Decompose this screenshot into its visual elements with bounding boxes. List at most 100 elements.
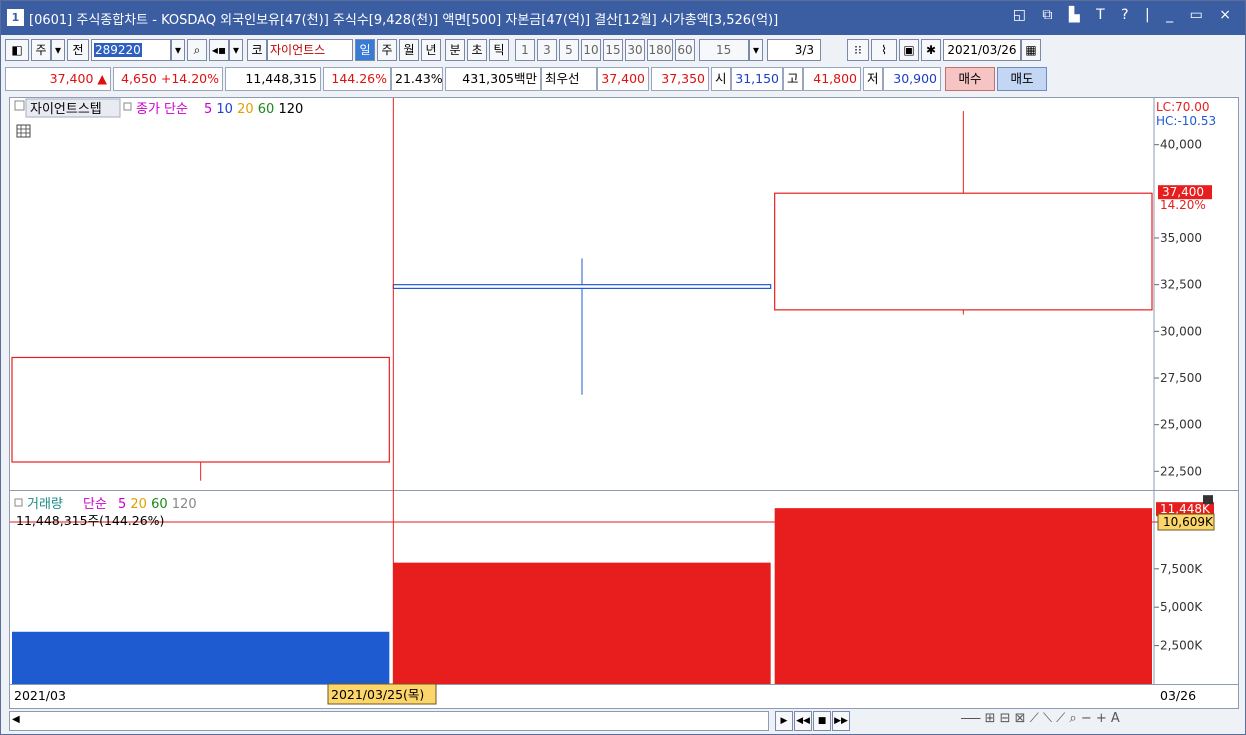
legend-volume-periods: 5 20 60 120 bbox=[118, 497, 197, 512]
interval-button[interactable]: 60 bbox=[675, 39, 695, 61]
legend-ma-period: 10 bbox=[212, 102, 233, 117]
price-tick-label: 35,000 bbox=[1160, 231, 1202, 245]
candle-body[interactable] bbox=[392, 284, 772, 290]
horizontal-scrollbar[interactable]: ◀ bbox=[9, 711, 769, 731]
chart-window: 1 [0601] 주식종합차트 - KOSDAQ 외국인보유[47(천)] 주식… bbox=[0, 0, 1246, 735]
interval-button[interactable]: 3 bbox=[537, 39, 557, 61]
search-icon[interactable]: ⌕ bbox=[187, 39, 207, 61]
period-tick-tab[interactable]: 틱 bbox=[489, 39, 509, 61]
open-label: 시 bbox=[711, 67, 731, 91]
x-axis-start-label: 2021/03 bbox=[14, 688, 66, 703]
drawing-tools[interactable]: ⎯⎯⎯ ⊞ ⊟ ⊠ ⟋ ⟍ ⟋ ⌕ − + A bbox=[961, 711, 1120, 726]
all-button[interactable]: 전 bbox=[67, 39, 89, 61]
volume-tick-label: 7,500K bbox=[1160, 562, 1203, 576]
best-bid: 37,350 bbox=[651, 67, 709, 91]
interval-button[interactable]: 15 bbox=[603, 39, 623, 61]
chart-area[interactable]: 22,500 25,000 27,500 30,000 32,500 35,000 40,0… bbox=[9, 97, 1239, 709]
chevron-down-icon[interactable]: ▾ bbox=[51, 39, 65, 61]
market-short-label[interactable]: 코 bbox=[247, 39, 267, 61]
chevron-down-icon[interactable]: ▾ bbox=[171, 39, 185, 61]
market-select[interactable]: 주 bbox=[31, 39, 51, 61]
layout-icon[interactable]: ◧ bbox=[5, 39, 29, 61]
open-price: 31,150 bbox=[731, 67, 783, 91]
current-price-tag-text: 37,400 bbox=[1162, 185, 1204, 199]
candle-body[interactable] bbox=[11, 356, 390, 463]
chevron-down-icon[interactable]: ▾ bbox=[749, 39, 763, 61]
stop-icon[interactable]: ■ bbox=[813, 711, 831, 731]
legend-square-icon bbox=[123, 102, 132, 111]
legend-ma-period: 120 bbox=[168, 497, 197, 512]
period-minute-tab[interactable]: 분 bbox=[445, 39, 465, 61]
period-second-tab[interactable]: 초 bbox=[467, 39, 487, 61]
stock-code-value: 289220 bbox=[94, 43, 142, 57]
compare-icon[interactable]: ⁝⁝ bbox=[847, 39, 869, 61]
legend-ma-period: 60 bbox=[147, 497, 168, 512]
volume-bar[interactable] bbox=[774, 508, 1152, 684]
save-icon[interactable]: ▣ bbox=[899, 39, 919, 61]
trend-icon[interactable]: ⌇ bbox=[871, 39, 897, 61]
count-select[interactable]: 15 bbox=[699, 39, 749, 61]
navigation-buttons: ▶ ◀◀ ■ ▶▶ bbox=[775, 711, 851, 731]
grid-toggle-icon[interactable] bbox=[16, 124, 31, 138]
window-number-badge[interactable]: 1 bbox=[7, 9, 24, 26]
right-axis-labels: LC:70.00 HC:-10.53 bbox=[1156, 100, 1216, 128]
legend-ma-period: 60 bbox=[254, 102, 275, 117]
buy-button[interactable]: 매수 bbox=[945, 67, 995, 91]
interval-button[interactable]: 30 bbox=[625, 39, 645, 61]
legend-ma-periods: 5 10 20 60 120 bbox=[204, 102, 303, 117]
stock-name-field[interactable]: 자이언트스 bbox=[267, 39, 353, 61]
chevron-down-icon[interactable]: ▾ bbox=[229, 39, 243, 61]
legend-ma-period: 20 bbox=[233, 102, 254, 117]
volume-readout: 11,448,315주(144.26%) bbox=[16, 513, 164, 528]
period-day-tab[interactable]: 일 bbox=[355, 39, 375, 61]
stock-code-input[interactable]: 289220 bbox=[91, 39, 171, 61]
trade-amount: 431,305백만 bbox=[445, 67, 541, 91]
crosshair-value-text: 10,609K bbox=[1163, 515, 1214, 529]
price-tick-label: 30,000 bbox=[1160, 324, 1202, 338]
rewind-icon[interactable]: ◀◀ bbox=[794, 711, 812, 731]
interval-button[interactable]: 1 bbox=[515, 39, 535, 61]
date-field[interactable]: 2021/03/26 bbox=[943, 39, 1021, 61]
chart-svg[interactable]: 22,500 25,000 27,500 30,000 32,500 35,000 40,0… bbox=[10, 98, 1238, 708]
volume-tick-label: 5,000K bbox=[1160, 600, 1203, 614]
fast-forward-icon[interactable]: ▶▶ bbox=[832, 711, 850, 731]
play-icon[interactable]: ▶ bbox=[775, 711, 793, 731]
legend-stock-name: 자이언트스텝 bbox=[30, 102, 102, 117]
period-month-tab[interactable]: 월 bbox=[399, 39, 419, 61]
legend-square-icon bbox=[14, 498, 23, 507]
price-tick-label: 40,000 bbox=[1160, 138, 1202, 152]
legend-ma-period: 5 bbox=[118, 497, 126, 512]
calendar-icon[interactable]: ▦ bbox=[1021, 39, 1041, 61]
volume-bar[interactable] bbox=[12, 631, 390, 684]
interval-button[interactable]: 180 bbox=[647, 39, 673, 61]
legend-square-icon bbox=[14, 100, 25, 111]
volume-panel: 2,500K 5,000K 7,500K bbox=[12, 508, 1203, 684]
legend-volume-name: 거래량 bbox=[27, 497, 63, 512]
sell-button[interactable]: 매도 bbox=[997, 67, 1047, 91]
turnover-rate: 21.43% bbox=[391, 67, 443, 91]
hc-label: HC:-10.53 bbox=[1156, 114, 1216, 128]
close-icon[interactable] bbox=[1203, 495, 1213, 505]
period-year-tab[interactable]: 년 bbox=[421, 39, 441, 61]
current-price: 37,400 ▲ bbox=[5, 67, 111, 91]
speaker-icon[interactable]: ◂▪ bbox=[209, 39, 229, 61]
window-controls[interactable]: ◱ ⧉ ▙ T ? | _ ▭ × bbox=[1013, 7, 1237, 23]
chart-footer: ◀ ▶ ◀◀ ■ ▶▶ ⎯⎯⎯ ⊞ ⊟ ⊠ ⟋ ⟍ ⟋ ⌕ − + A bbox=[5, 711, 1241, 733]
volume-value: 11,448,315 bbox=[225, 67, 321, 91]
window-title: [0601] 주식종합차트 - KOSDAQ 외국인보유[47(천)] 주식수[… bbox=[29, 13, 779, 28]
lc-label: LC:70.00 bbox=[1156, 100, 1209, 114]
scroll-left-icon[interactable]: ◀ bbox=[12, 714, 20, 725]
x-cursor-label: 2021/03/25(목) bbox=[331, 687, 424, 702]
legend-ma-period: 5 bbox=[204, 102, 212, 117]
page-indicator: 3/3 bbox=[767, 39, 821, 61]
interval-button[interactable]: 10 bbox=[581, 39, 601, 61]
volume-bar[interactable] bbox=[393, 562, 771, 684]
x-axis: 2021/03 2021/03/25(목) 03/26 bbox=[14, 683, 1196, 705]
interval-button[interactable]: 5 bbox=[559, 39, 579, 61]
price-tick-label: 25,000 bbox=[1160, 418, 1202, 432]
candle-body[interactable] bbox=[774, 192, 1153, 311]
price-panel: 22,500 25,000 27,500 30,000 32,500 35,000 40,0… bbox=[11, 111, 1202, 481]
best-ask: 37,400 bbox=[597, 67, 649, 91]
gear-icon[interactable]: ✱ bbox=[921, 39, 941, 61]
period-week-tab[interactable]: 주 bbox=[377, 39, 397, 61]
